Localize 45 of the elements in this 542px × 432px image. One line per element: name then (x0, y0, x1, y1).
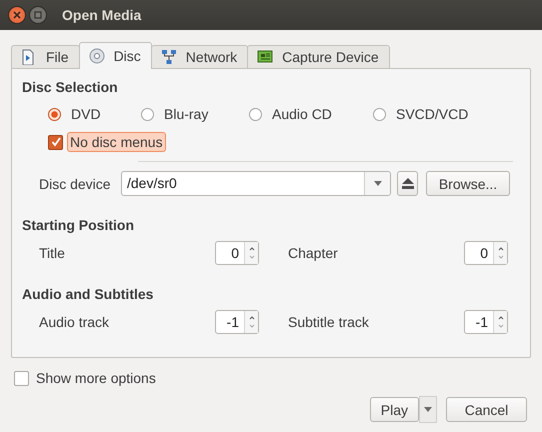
number-spinner[interactable]: 0 (464, 241, 508, 265)
eject-button[interactable] (397, 171, 418, 196)
radio-label: Blu-ray (164, 106, 208, 122)
field-label: Subtitle track (288, 314, 370, 330)
cancel-button[interactable]: Cancel (446, 397, 527, 422)
network-icon (160, 49, 177, 65)
number-spinner[interactable]: -1 (215, 310, 259, 334)
caret-icon (424, 407, 432, 412)
field-label: Title (39, 245, 66, 261)
radio-button[interactable] (48, 108, 61, 120)
disc-icon (88, 48, 105, 64)
field-label: Disc device (39, 176, 112, 192)
device-combo-box[interactable]: /dev/sr0 (121, 171, 391, 196)
tab[interactable]: Network (150, 45, 248, 68)
card-icon (257, 49, 274, 65)
tab[interactable]: Disc (78, 42, 152, 69)
radio-label: SVCD/VCD (396, 106, 468, 122)
close-icon (13, 11, 21, 19)
minimize-button[interactable] (29, 6, 47, 24)
play-button[interactable]: Play (370, 397, 419, 422)
caret-icon (374, 181, 382, 186)
checkbox[interactable] (14, 370, 29, 386)
radio-button[interactable] (373, 108, 386, 120)
field-label: Audio track (39, 314, 110, 330)
section-heading: Starting Position (22, 216, 135, 235)
number-spinner[interactable]: 0 (215, 241, 259, 265)
radio-label: DVD (71, 106, 101, 122)
radio-label: Audio CD (272, 106, 332, 122)
dropdown-button[interactable] (419, 396, 437, 423)
tab[interactable]: File (11, 45, 80, 68)
section-heading: Disc Selection (22, 78, 119, 97)
browse-button[interactable]: Browse... (426, 171, 510, 196)
window-title: Open Media (62, 7, 142, 23)
eject-icon (402, 178, 414, 189)
square-icon (34, 11, 42, 19)
tab[interactable]: Capture Device (247, 45, 390, 68)
checkbox[interactable] (48, 134, 63, 150)
number-spinner[interactable]: -1 (464, 310, 508, 334)
close-button[interactable] (8, 6, 26, 24)
radio-button[interactable] (249, 108, 262, 120)
field-label: Chapter (288, 245, 339, 261)
checkbox-label: No disc menus (67, 132, 166, 152)
radio-button[interactable] (141, 108, 154, 120)
checkbox-label: Show more options (36, 370, 156, 386)
section-heading: Audio and Subtitles (22, 285, 154, 304)
